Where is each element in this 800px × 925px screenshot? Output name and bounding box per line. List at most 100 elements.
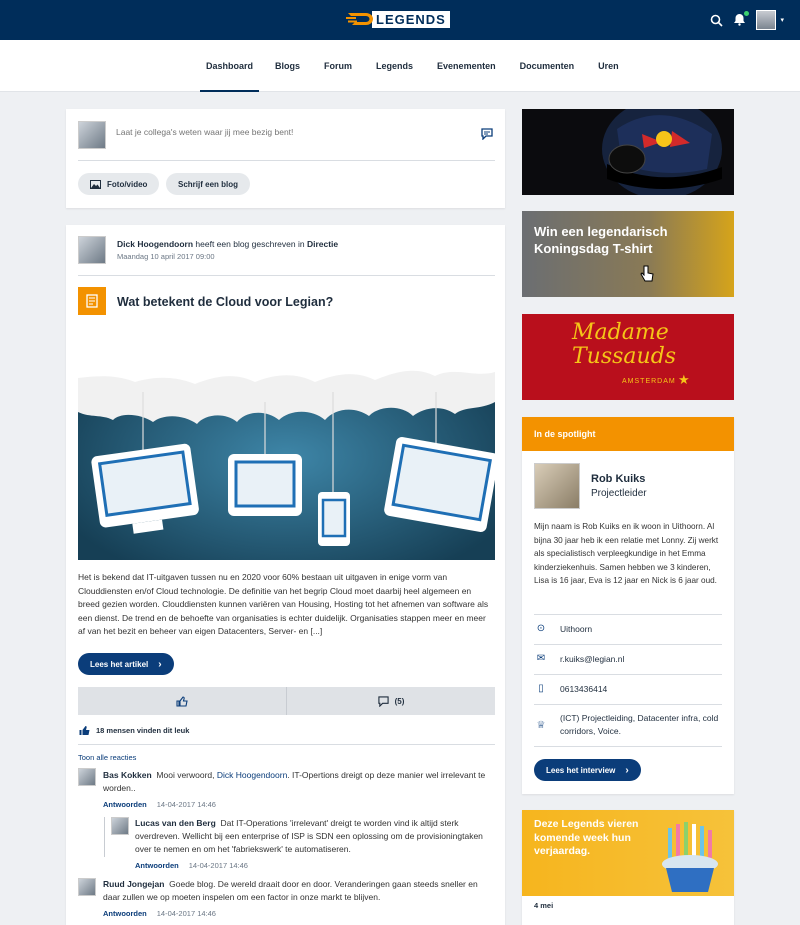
commenter-name[interactable]: Ruud Jongejan: [103, 879, 164, 889]
chevron-right-icon: ›: [625, 764, 629, 776]
likes-text[interactable]: 18 mensen vinden dit leuk: [96, 726, 189, 735]
spotlight-name[interactable]: Rob Kuiks: [591, 473, 645, 485]
comment-text: Ruud Jongejan Goede blog. De wereld draa…: [103, 878, 495, 904]
status-input[interactable]: [116, 127, 476, 137]
phone-icon: ▯: [538, 683, 544, 694]
email-text[interactable]: r.kuiks@legian.nl: [560, 654, 624, 664]
search-icon[interactable]: [710, 14, 724, 27]
user-avatar[interactable]: [756, 10, 777, 30]
nav-item-dashboard[interactable]: Dashboard: [200, 40, 260, 92]
commenter-avatar[interactable]: [78, 768, 96, 786]
comment-count: (5): [394, 696, 405, 706]
notification-dot: [744, 10, 750, 16]
author-avatar[interactable]: [78, 236, 106, 264]
top-bar: LEGENDS ▾: [0, 0, 800, 40]
cloud-devices-image: [78, 332, 495, 560]
divider: [534, 674, 722, 675]
birthdays-banner: Deze Legends vieren komende week hun ver…: [522, 810, 734, 896]
commenter-avatar[interactable]: [78, 878, 96, 896]
reply-link[interactable]: Antwoorden: [103, 909, 147, 918]
divider: [78, 744, 495, 745]
blog-post-card: Dick Hoogendoorn heeft een blog geschrev…: [66, 225, 505, 925]
expertise-text: (ICT) Projectleiding, Datacenter infra, …: [560, 713, 719, 736]
document-icon: [78, 287, 106, 315]
comment-icon: [377, 695, 389, 707]
comment-meta: Antwoorden 14-04-2017 14:46: [103, 800, 216, 809]
spotlight-role: Projectleider: [591, 488, 647, 499]
nav-item-evenementen[interactable]: Evenementen: [431, 40, 502, 92]
commenter-avatar[interactable]: [111, 817, 129, 835]
reply-link[interactable]: Antwoorden: [135, 861, 179, 870]
comments-button[interactable]: (5): [287, 687, 495, 715]
like-button[interactable]: [78, 687, 287, 715]
mention-link[interactable]: Dick Hoogendoorn: [217, 770, 287, 780]
likes-summary: 18 mensen vinden dit leuk: [78, 725, 189, 736]
spotlight-bio: Mijn naam is Rob Kuiks en ik woon in Uit…: [534, 522, 719, 585]
star-icon: ★: [678, 372, 690, 387]
cloud-illustration: [78, 332, 495, 560]
nav-item-uren[interactable]: Uren: [592, 40, 625, 92]
avatar: [78, 121, 106, 149]
phone-text[interactable]: 0613436414: [560, 684, 607, 694]
cursor-hand-icon: [640, 265, 654, 282]
comment-text: Bas Kokken Mooi verwoord, Dick Hoogendoo…: [103, 769, 495, 795]
reply-link[interactable]: Antwoorden: [103, 800, 147, 809]
tshirt-banner-title: Win een legendarisch Koningsdag T-shirt: [534, 224, 668, 256]
birthdays-title: Deze Legends vieren komende week hun ver…: [534, 818, 639, 857]
comment-date: 14-04-2017 14:46: [188, 861, 248, 870]
divider: [534, 746, 722, 747]
post-actions: (5): [78, 687, 495, 715]
helmet-image: [522, 109, 734, 195]
spotlight-header: In de spotlight: [522, 417, 734, 451]
comment-meta: Antwoorden 14-04-2017 14:46: [135, 861, 248, 870]
write-blog-button[interactable]: Schrijf een blog: [166, 173, 251, 195]
commenter-name[interactable]: Bas Kokken: [103, 770, 152, 780]
tussauds-line2: Tussauds: [572, 344, 677, 369]
post-category[interactable]: Directie: [307, 239, 338, 249]
post-title[interactable]: Wat betekent de Cloud voor Legian?: [117, 295, 333, 309]
envelope-icon: ✉: [536, 653, 546, 664]
commenter-name[interactable]: Lucas van den Berg: [135, 818, 216, 828]
birthdays-card: Deze Legends vieren komende week hun ver…: [522, 810, 734, 925]
show-all-comments-link[interactable]: Toon alle reacties: [78, 753, 136, 762]
divider: [534, 614, 722, 615]
nav-item-legends[interactable]: Legends: [370, 40, 419, 92]
madame-tussauds-banner[interactable]: Madame Tussauds AMSTERDAM ★: [522, 314, 734, 400]
author-name[interactable]: Dick Hoogendoorn: [117, 239, 193, 249]
read-interview-button[interactable]: Lees het interview ›: [534, 759, 641, 781]
comment-meta: Antwoorden 14-04-2017 14:46: [103, 909, 216, 918]
divider: [78, 160, 495, 161]
spotlight-card: In de spotlight Rob Kuiks Projectleider …: [522, 417, 734, 794]
nav-item-documenten[interactable]: Documenten: [514, 40, 581, 92]
birthday-cupcake-icon: [662, 822, 718, 892]
read-article-button[interactable]: Lees het artikel ›: [78, 653, 174, 675]
nav-item-blogs[interactable]: Blogs: [269, 40, 306, 92]
spotlight-avatar[interactable]: [534, 463, 580, 509]
thumbs-up-icon: [176, 695, 188, 707]
divider: [78, 275, 495, 276]
location-row: ⊙ Uithoorn: [534, 623, 722, 634]
redbull-helmet-banner[interactable]: [522, 109, 734, 195]
location-text: Uithoorn: [560, 623, 593, 634]
notifications[interactable]: [733, 10, 750, 28]
legends-logo[interactable]: LEGENDS: [346, 10, 450, 28]
post-excerpt: Het is bekend dat IT-uitgaven tussen nu …: [78, 572, 489, 636]
logo-icon: [346, 13, 373, 25]
location-pin-icon: ⊙: [536, 623, 546, 634]
main-nav: Dashboard Blogs Forum Legends Evenementen Doc…: [0, 40, 800, 92]
comment-date: 14-04-2017 14:46: [156, 800, 216, 809]
divider: [534, 704, 722, 705]
nav-item-forum[interactable]: Forum: [318, 40, 358, 92]
logo-text: LEGENDS: [372, 10, 450, 28]
comment-text: Lucas van den Berg Dat IT-Operations 'ir…: [135, 817, 490, 856]
phone-row: ▯ 0613436414: [534, 683, 722, 694]
comment-icon[interactable]: [481, 128, 493, 140]
expertise-row: ♕ (ICT) Projectleiding, Datacenter infra,…: [534, 712, 722, 738]
tshirt-banner[interactable]: Win een legendarisch Koningsdag T-shirt: [522, 211, 734, 297]
comment-body: Mooi verwoord,: [156, 770, 215, 780]
photo-video-button[interactable]: Foto/video: [78, 173, 160, 195]
image-icon: [90, 179, 101, 189]
comment-date: 14-04-2017 14:46: [156, 909, 216, 918]
chevron-down-icon[interactable]: ▾: [780, 16, 784, 24]
read-interview-label: Lees het interview: [546, 765, 616, 775]
